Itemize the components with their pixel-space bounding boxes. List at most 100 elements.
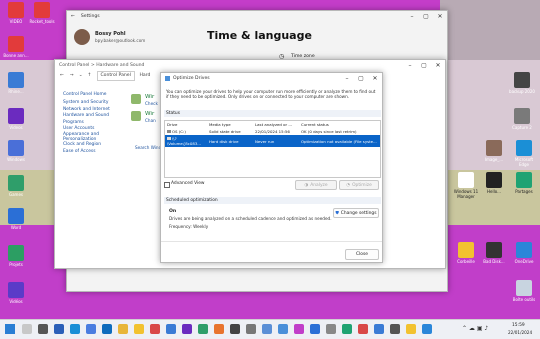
app-icon[interactable] [342, 324, 352, 334]
minimize-icon[interactable]: – [403, 60, 417, 70]
close-icon[interactable]: ✕ [433, 11, 447, 21]
maximize-icon[interactable]: ▢ [354, 73, 368, 83]
desktop-icon[interactable]: Games [2, 175, 30, 197]
maximize-icon[interactable]: ▢ [419, 11, 433, 21]
clock-date[interactable]: 22/01/2024 [508, 330, 532, 335]
settings-gear-icon[interactable] [246, 324, 256, 334]
desktop-icon-label: Rhine... [8, 89, 24, 94]
change-settings-button[interactable]: ⛊ Change settings [333, 208, 379, 218]
device-item-title[interactable]: Wir [145, 94, 154, 100]
desktop-icon[interactable]: Corbeille [452, 242, 480, 264]
search-link[interactable]: Search Wind [135, 145, 161, 150]
desktop-icon[interactable]: Word [2, 208, 30, 230]
desktop-icon[interactable]: Partages [510, 172, 538, 194]
up-arrow-icon[interactable]: ↑ [88, 73, 92, 78]
desktop-icon-label: Bonne ann... [3, 53, 29, 58]
app-icon[interactable] [310, 324, 320, 334]
word-icon[interactable] [54, 324, 64, 334]
edge-icon[interactable] [70, 324, 80, 334]
breadcrumb[interactable]: Control Panel [97, 70, 136, 81]
device-item-sub[interactable]: Check [145, 101, 158, 106]
desktop-icon[interactable]: Image_... [480, 140, 508, 162]
app-icon[interactable] [182, 324, 192, 334]
nav-item[interactable]: Ease of Access [63, 149, 119, 155]
app-icon[interactable] [230, 324, 240, 334]
close-button[interactable]: Close [345, 249, 379, 260]
breadcrumb-root[interactable]: Control Panel [100, 73, 130, 78]
advanced-view-label[interactable]: Advanced View [171, 181, 205, 186]
folder-icon[interactable] [134, 324, 144, 334]
desktop-icon[interactable]: Capture 2 [508, 108, 536, 130]
task-view-icon[interactable] [38, 324, 48, 334]
device-item-title[interactable]: Wir [145, 111, 154, 117]
app-icon[interactable] [198, 324, 208, 334]
desktop-icon[interactable]: VIDEO [2, 2, 30, 24]
optimize-drives-dialog[interactable]: Optimize Drives – ▢ ✕ You can optimize y… [160, 72, 383, 263]
optimize-button[interactable]: ◔ Optimize [339, 180, 379, 190]
desktop-icon[interactable]: Vidéos [2, 282, 30, 304]
app-icon[interactable] [358, 324, 368, 334]
control-panel-title: Control Panel > Hardware and Sound [59, 62, 145, 68]
desktop-icon[interactable]: Boîte outils [510, 280, 538, 302]
desktop-icon[interactable]: Videos [2, 108, 30, 130]
back-arrow-icon[interactable]: ← [71, 14, 75, 19]
control-panel-icon[interactable] [262, 324, 272, 334]
app-icon[interactable] [150, 324, 160, 334]
shield-icon: ⛊ [335, 211, 339, 216]
column-header-drive[interactable]: Drive [165, 121, 208, 128]
table-header: Drive Media type Last analyzed or ... Cu… [165, 121, 380, 128]
app-icon [8, 208, 24, 224]
column-header-last[interactable]: Last analyzed or ... [254, 121, 300, 128]
back-arrow-icon[interactable]: ← [60, 73, 64, 78]
desktop-icon-label: Bad Disk... [483, 259, 505, 264]
defrag-icon [165, 76, 170, 81]
advanced-view-checkbox[interactable] [164, 182, 170, 188]
breadcrumb-child[interactable]: Hard [139, 73, 150, 78]
device-item-sub[interactable]: Chan [145, 118, 156, 123]
table-row-selected[interactable]: \\?\Volume{8c083... Hard disk drive Neve… [165, 135, 380, 147]
desktop-icon[interactable]: Bad Disk... [480, 242, 508, 264]
defrag-icon[interactable] [278, 324, 288, 334]
column-header-media[interactable]: Media type [208, 121, 254, 128]
todo-icon[interactable] [86, 324, 96, 334]
minimize-icon[interactable]: – [340, 73, 354, 83]
nav-item[interactable]: Appearance and Personalization [63, 132, 119, 142]
app-icon[interactable] [166, 324, 176, 334]
app-icon[interactable] [374, 324, 384, 334]
desktop-icon[interactable]: Windows [2, 140, 30, 162]
minimize-icon[interactable]: – [405, 11, 419, 21]
desktop-icon[interactable]: OneDrive [510, 242, 538, 264]
app-icon[interactable] [294, 324, 304, 334]
app-icon[interactable] [422, 324, 432, 334]
desktop-icon[interactable]: Rhine... [2, 72, 30, 94]
app-icon[interactable] [326, 324, 336, 334]
table-row[interactable]: OS (C:) Solid state drive 22/01/2024 15:… [165, 128, 380, 135]
search-icon[interactable] [22, 324, 32, 334]
app-icon[interactable] [390, 324, 400, 334]
settings-titlebar[interactable]: ← Settings [67, 11, 447, 21]
desktop-icon[interactable]: Rocket_tools [28, 2, 56, 24]
close-icon[interactable]: ✕ [368, 73, 382, 83]
outlook-icon[interactable] [102, 324, 112, 334]
taskbar: ⌃ ☁ ▣ ♪ 15:59 22/01/2024 [0, 319, 540, 339]
desktop-icon[interactable]: Windows 11 Manager [452, 172, 480, 199]
app-icon[interactable] [406, 324, 416, 334]
chevron-down-icon[interactable]: ⌄ [79, 73, 83, 78]
column-header-status[interactable]: Current status [300, 121, 380, 128]
control-panel-titlebar[interactable]: Control Panel > Hardware and Sound [55, 60, 445, 70]
chrome-icon[interactable] [118, 324, 128, 334]
close-icon[interactable]: ✕ [431, 60, 445, 70]
desktop-icon[interactable]: Projets [2, 245, 30, 267]
desktop-icon[interactable]: Hello... [480, 172, 508, 194]
start-icon[interactable] [5, 324, 15, 334]
forward-arrow-icon[interactable]: → [70, 73, 74, 78]
analyze-button[interactable]: ◑ Analyze [295, 180, 337, 190]
app-icon[interactable] [214, 324, 224, 334]
clock-time[interactable]: 15:59 [512, 323, 525, 328]
desktop-icon[interactable]: Bonne ann... [2, 36, 30, 58]
system-tray[interactable]: ⌃ ☁ ▣ ♪ [462, 325, 488, 332]
desktop-icon[interactable]: Microsoft Edge [510, 140, 538, 167]
maximize-icon[interactable]: ▢ [417, 60, 431, 70]
nav-item[interactable]: Control Panel Home [63, 92, 119, 98]
desktop-icon[interactable]: backup 2020 [508, 72, 536, 94]
